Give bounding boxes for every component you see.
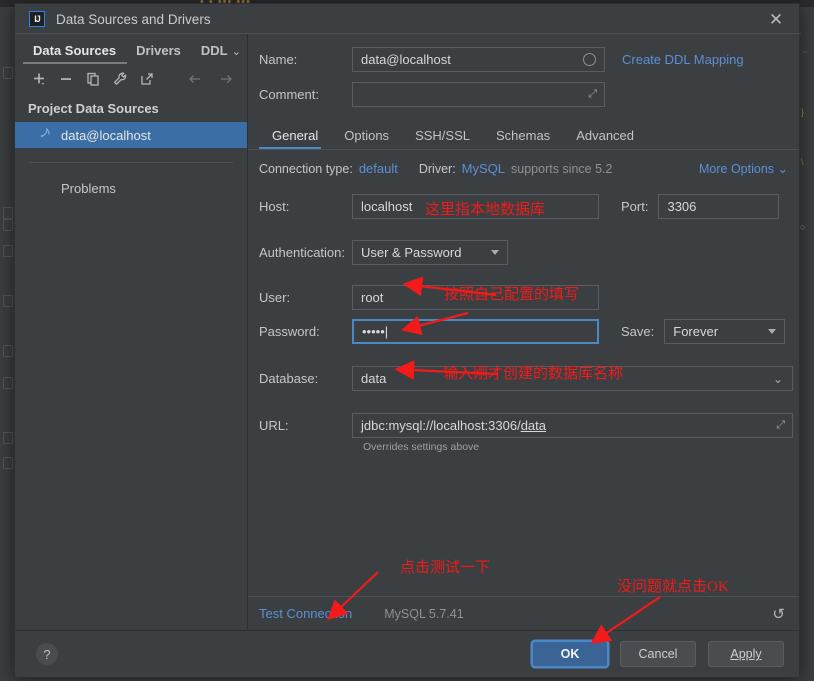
dropdown-arrow-icon [768, 329, 777, 334]
test-connection-link[interactable]: Test Connection [259, 606, 352, 621]
chevron-down-icon[interactable]: ⌄ [773, 372, 783, 386]
name-label: Name: [259, 52, 298, 67]
tab-options[interactable]: Options [331, 128, 402, 149]
driver-version-label: MySQL 5.7.41 [384, 606, 464, 621]
dialog-footer: ? OK Cancel Apply [15, 630, 799, 677]
authentication-select[interactable]: User & Password [352, 240, 508, 265]
apply-button[interactable]: Apply [708, 641, 784, 667]
comment-row: Comment: ⤢ [248, 82, 799, 107]
tab-ssh-ssl[interactable]: SSH/SSL [402, 128, 483, 149]
tab-drivers[interactable]: Drivers [126, 43, 191, 64]
url-hint: Overrides settings above [363, 441, 480, 453]
name-input[interactable]: data@localhost [352, 47, 605, 72]
authentication-value: User & Password [361, 245, 462, 260]
ide-right-gutter: ~ } \ ○ [800, 7, 814, 681]
url-input-value: jdbc:mysql://localhost:3306/ [361, 418, 521, 433]
comment-label: Comment: [259, 87, 319, 102]
user-input[interactable]: root [352, 285, 599, 310]
left-tab-strip: Data Sources Drivers DDL ⌄ [15, 34, 247, 64]
connection-type-row: Connection type: default Driver: MySQL s… [248, 150, 799, 176]
url-input[interactable]: jdbc:mysql://localhost:3306/ data ⤢ [352, 413, 793, 438]
left-toolbar [15, 64, 247, 94]
ok-button[interactable]: OK [532, 641, 608, 667]
chevron-down-icon: ⌄ [777, 162, 788, 176]
host-label: Host: [259, 199, 290, 214]
save-select[interactable]: Forever [664, 319, 786, 344]
data-sources-dialog: IJ Data Sources and Drivers ✕ Data Sourc… [14, 3, 801, 678]
copy-icon[interactable] [81, 68, 104, 90]
host-input[interactable]: localhost [352, 194, 599, 219]
expand-icon[interactable]: ⤢ [588, 88, 597, 101]
more-options-button[interactable]: More Options ⌄ [699, 161, 788, 176]
user-input-value: root [361, 290, 384, 305]
undo-icon[interactable]: ↺ [772, 605, 785, 623]
driver-label: Driver: [418, 161, 456, 176]
mysql-dolphin-icon [39, 126, 53, 145]
connection-form: Name: data@localhost Create DDL Mapping … [248, 34, 799, 596]
name-input-value: data@localhost [361, 52, 451, 67]
host-input-value: localhost [361, 199, 413, 214]
authentication-row: Authentication: User & Password [248, 240, 799, 265]
user-row: User: root [248, 285, 799, 310]
status-circle-icon [583, 53, 596, 66]
url-label: URL: [259, 418, 289, 433]
arrow-left-icon[interactable] [183, 68, 206, 90]
sidebar-item-problems[interactable]: Problems [15, 163, 247, 196]
arrow-right-icon[interactable] [214, 68, 237, 90]
create-ddl-mapping-link[interactable]: Create DDL Mapping [622, 52, 744, 67]
port-input-value: 3306 [667, 199, 697, 214]
plus-icon[interactable] [27, 68, 50, 90]
port-label: Port: [621, 199, 649, 214]
sidebar-item-label: data@localhost [61, 127, 151, 143]
connection-status-bar: Test Connection MySQL 5.7.41 ↺ [248, 596, 799, 630]
dialog-title: Data Sources and Drivers [56, 11, 211, 27]
more-options-label: More Options [699, 162, 775, 176]
left-panel: Data Sources Drivers DDL ⌄ Project Data … [15, 34, 248, 630]
password-label: Password: [259, 324, 320, 339]
dropdown-arrow-icon [491, 250, 499, 255]
database-input[interactable]: data ⌄ [352, 366, 793, 391]
host-row: Host: localhost Port: 3306 [248, 194, 799, 219]
chevron-down-icon[interactable]: ⌄ [230, 45, 247, 64]
authentication-label: Authentication: [259, 245, 346, 260]
wrench-icon[interactable] [108, 68, 131, 90]
database-row: Database: data ⌄ [248, 366, 799, 391]
database-input-value: data [361, 371, 387, 386]
settings-tab-strip: General Options SSH/SSL Schemas Advanced [248, 121, 799, 149]
user-label: User: [259, 290, 291, 305]
url-row: URL: jdbc:mysql://localhost:3306/ data ⤢ [248, 413, 799, 438]
driver-note: supports since 5.2 [511, 161, 613, 176]
port-input[interactable]: 3306 [658, 194, 780, 219]
help-button[interactable]: ? [36, 643, 58, 665]
expand-icon[interactable]: ⤢ [776, 419, 785, 432]
driver-value[interactable]: MySQL [462, 161, 505, 176]
name-row: Name: data@localhost Create DDL Mapping [248, 47, 799, 72]
password-row: Password: ••••• | Save: Forever [248, 319, 799, 344]
sidebar-item-data-localhost[interactable]: data@localhost [15, 122, 247, 148]
comment-input[interactable]: ⤢ [352, 82, 605, 107]
password-input-value: ••••• [362, 324, 385, 339]
external-link-icon[interactable] [135, 68, 158, 90]
tab-ddl[interactable]: DDL [191, 43, 228, 64]
tab-data-sources[interactable]: Data Sources [23, 43, 126, 64]
save-label: Save: [621, 324, 655, 339]
tab-general[interactable]: General [259, 128, 331, 149]
dialog-title-bar: IJ Data Sources and Drivers ✕ [15, 4, 801, 34]
tab-advanced[interactable]: Advanced [563, 128, 647, 149]
connection-type-value[interactable]: default [359, 161, 398, 176]
save-value: Forever [673, 324, 719, 339]
database-label: Database: [259, 371, 319, 386]
minus-icon[interactable] [54, 68, 77, 90]
intellij-logo-icon: IJ [29, 11, 45, 27]
connection-type-label: Connection type: [259, 161, 353, 176]
apply-button-label: Apply [730, 647, 762, 661]
project-data-sources-header: Project Data Sources [28, 101, 159, 116]
right-panel: Name: data@localhost Create DDL Mapping … [248, 34, 799, 630]
close-icon[interactable]: ✕ [753, 4, 799, 34]
tab-schemas[interactable]: Schemas [483, 128, 563, 149]
cancel-button[interactable]: Cancel [620, 641, 696, 667]
url-database-segment: data [520, 418, 547, 433]
password-input[interactable]: ••••• | [352, 319, 599, 344]
